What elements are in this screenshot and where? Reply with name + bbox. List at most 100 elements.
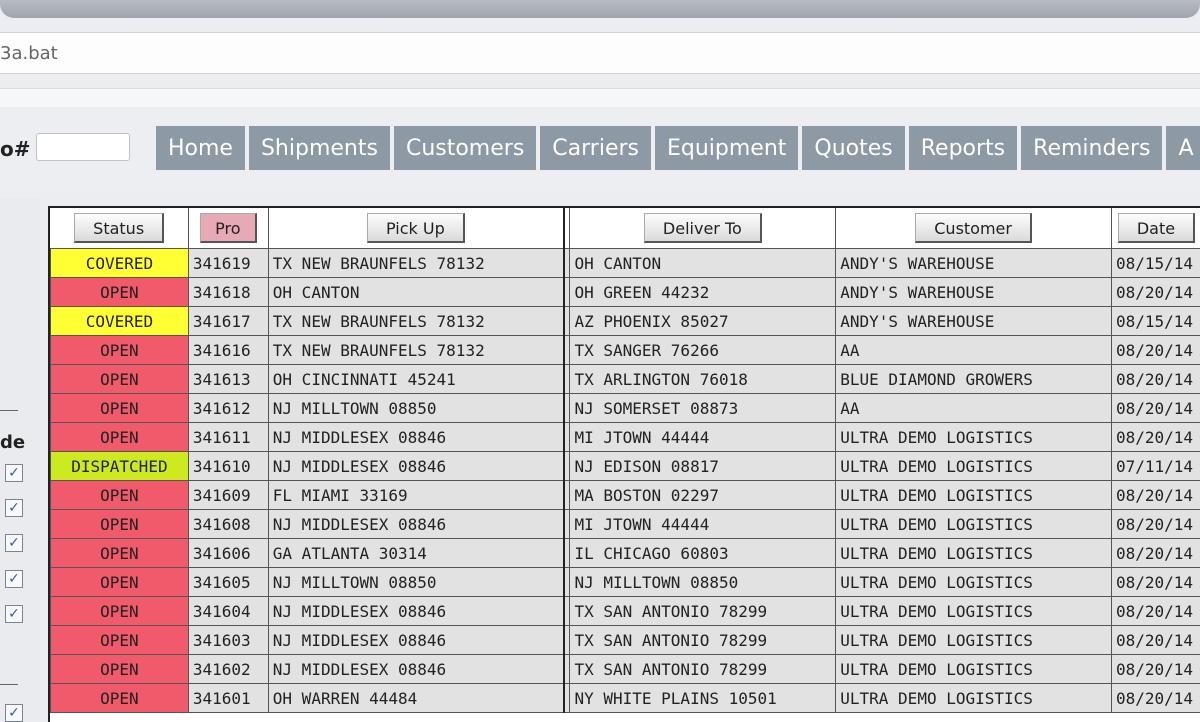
pickup-column-header[interactable]: Pick Up [268, 208, 564, 249]
customer-cell[interactable]: ULTRA DEMO LOGISTICS [836, 423, 1112, 452]
date-cell[interactable]: 08/20/14 [1111, 597, 1200, 626]
pro-cell[interactable]: 341602 [188, 655, 268, 684]
deliver-cell[interactable]: MA BOSTON 02297 [570, 481, 836, 510]
customer-cell[interactable]: BLUE DIAMOND GROWERS [836, 365, 1112, 394]
customer-cell[interactable]: ULTRA DEMO LOGISTICS [836, 510, 1112, 539]
nav-tab-equipment[interactable]: Equipment [655, 126, 798, 170]
nav-tab-a[interactable]: A [1166, 126, 1200, 170]
date-cell[interactable]: 08/20/14 [1111, 365, 1200, 394]
customer-cell[interactable]: ULTRA DEMO LOGISTICS [836, 626, 1112, 655]
date-cell[interactable]: 08/20/14 [1111, 655, 1200, 684]
pro-cell[interactable]: 341603 [188, 626, 268, 655]
customer-cell[interactable]: AA [836, 394, 1112, 423]
table-row[interactable]: OPEN341616TX NEW BRAUNFELS 78132TX SANGE… [51, 336, 1200, 365]
customer-cell[interactable]: ULTRA DEMO LOGISTICS [836, 452, 1112, 481]
checkbox-checked-icon[interactable]: ✓ [5, 499, 23, 517]
pro-cell[interactable]: 341605 [188, 568, 268, 597]
date-sort-button[interactable]: Date [1118, 213, 1195, 243]
deliver-cell[interactable]: NJ SOMERSET 08873 [570, 394, 836, 423]
address-bar[interactable]: 3a.bat [0, 32, 1200, 74]
pro-cell[interactable]: 341601 [188, 684, 268, 713]
deliver-cell[interactable]: TX SANGER 76266 [570, 336, 836, 365]
pro-sort-button[interactable]: Pro [200, 213, 256, 243]
status-column-header[interactable]: Status [51, 208, 189, 249]
pro-cell[interactable]: 341619 [188, 249, 268, 278]
customer-cell[interactable]: ANDY'S WAREHOUSE [836, 278, 1112, 307]
customer-cell[interactable]: ULTRA DEMO LOGISTICS [836, 684, 1112, 713]
deliver-cell[interactable]: MI JTOWN 44444 [570, 510, 836, 539]
pickup-cell[interactable]: NJ MIDDLESEX 08846 [268, 626, 564, 655]
date-cell[interactable]: 08/20/14 [1111, 626, 1200, 655]
pickup-cell[interactable]: NJ MIDDLESEX 08846 [268, 597, 564, 626]
status-cell[interactable]: COVERED [51, 249, 189, 278]
table-row[interactable]: OPEN341604NJ MIDDLESEX 08846TX SAN ANTON… [51, 597, 1200, 626]
pro-cell[interactable]: 341609 [188, 481, 268, 510]
nav-tab-carriers[interactable]: Carriers [540, 126, 651, 170]
status-cell[interactable]: OPEN [51, 655, 189, 684]
date-cell[interactable]: 08/20/14 [1111, 336, 1200, 365]
table-row[interactable]: COVERED341617TX NEW BRAUNFELS 78132AZ PH… [51, 307, 1200, 336]
date-cell[interactable]: 08/20/14 [1111, 539, 1200, 568]
customer-cell[interactable]: ULTRA DEMO LOGISTICS [836, 539, 1112, 568]
nav-tab-home[interactable]: Home [156, 126, 245, 170]
table-row[interactable]: OPEN341609FL MIAMI 33169MA BOSTON 02297U… [51, 481, 1200, 510]
customer-column-header[interactable]: Customer [836, 208, 1112, 249]
customer-cell[interactable]: ANDY'S WAREHOUSE [836, 307, 1112, 336]
pro-column-header[interactable]: Pro [188, 208, 268, 249]
deliver-cell[interactable]: IL CHICAGO 60803 [570, 539, 836, 568]
deliver-cell[interactable]: MI JTOWN 44444 [570, 423, 836, 452]
nav-tab-reports[interactable]: Reports [909, 126, 1017, 170]
pickup-cell[interactable]: TX NEW BRAUNFELS 78132 [268, 336, 564, 365]
pickup-cell[interactable]: NJ MIDDLESEX 08846 [268, 423, 564, 452]
status-cell[interactable]: COVERED [51, 307, 189, 336]
pickup-cell[interactable]: GA ATLANTA 30314 [268, 539, 564, 568]
nav-tab-reminders[interactable]: Reminders [1021, 126, 1162, 170]
status-cell[interactable]: OPEN [51, 481, 189, 510]
pro-search-input[interactable] [36, 133, 130, 161]
date-cell[interactable]: 08/20/14 [1111, 394, 1200, 423]
pro-cell[interactable]: 341612 [188, 394, 268, 423]
pro-cell[interactable]: 341604 [188, 597, 268, 626]
customer-cell[interactable]: ULTRA DEMO LOGISTICS [836, 568, 1112, 597]
pickup-cell[interactable]: TX NEW BRAUNFELS 78132 [268, 307, 564, 336]
pickup-cell[interactable]: TX NEW BRAUNFELS 78132 [268, 249, 564, 278]
status-cell[interactable]: OPEN [51, 394, 189, 423]
pickup-cell[interactable]: NJ MILLTOWN 08850 [268, 568, 564, 597]
date-cell[interactable]: 07/11/14 [1111, 452, 1200, 481]
deliver-cell[interactable]: TX SAN ANTONIO 78299 [570, 626, 836, 655]
deliver-cell[interactable]: NJ MILLTOWN 08850 [570, 568, 836, 597]
pickup-cell[interactable]: NJ MILLTOWN 08850 [268, 394, 564, 423]
nav-tab-quotes[interactable]: Quotes [802, 126, 904, 170]
status-cell[interactable]: OPEN [51, 423, 189, 452]
deliver-cell[interactable]: TX ARLINGTON 76018 [570, 365, 836, 394]
deliver-cell[interactable]: TX SAN ANTONIO 78299 [570, 597, 836, 626]
pickup-cell[interactable]: NJ MIDDLESEX 08846 [268, 510, 564, 539]
pickup-cell[interactable]: FL MIAMI 33169 [268, 481, 564, 510]
customer-cell[interactable]: ULTRA DEMO LOGISTICS [836, 597, 1112, 626]
customer-cell[interactable]: AA [836, 336, 1112, 365]
deliver-cell[interactable]: AZ PHOENIX 85027 [570, 307, 836, 336]
date-column-header[interactable]: Date [1111, 208, 1200, 249]
status-cell[interactable]: OPEN [51, 626, 189, 655]
deliver-cell[interactable]: OH GREEN 44232 [570, 278, 836, 307]
checkbox-checked-icon[interactable]: ✓ [5, 534, 23, 552]
table-row[interactable]: OPEN341601OH WARREN 44484NY WHITE PLAINS… [51, 684, 1200, 713]
status-cell[interactable]: DISPATCHED [51, 452, 189, 481]
status-cell[interactable]: OPEN [51, 365, 189, 394]
date-cell[interactable]: 08/20/14 [1111, 278, 1200, 307]
table-row[interactable]: OPEN341613OH CINCINNATI 45241TX ARLINGTO… [51, 365, 1200, 394]
status-cell[interactable]: OPEN [51, 684, 189, 713]
table-row[interactable]: OPEN341618OH CANTONOH GREEN 44232ANDY'S … [51, 278, 1200, 307]
date-cell[interactable]: 08/15/14 [1111, 307, 1200, 336]
pickup-cell[interactable]: OH CANTON [268, 278, 564, 307]
customer-cell[interactable]: ANDY'S WAREHOUSE [836, 249, 1112, 278]
customer-cell[interactable]: ULTRA DEMO LOGISTICS [836, 481, 1112, 510]
status-cell[interactable]: OPEN [51, 597, 189, 626]
checkbox-checked-icon[interactable]: ✓ [5, 464, 23, 482]
table-row[interactable]: OPEN341608NJ MIDDLESEX 08846MI JTOWN 444… [51, 510, 1200, 539]
table-row[interactable]: OPEN341606GA ATLANTA 30314IL CHICAGO 608… [51, 539, 1200, 568]
checkbox-checked-icon[interactable]: ✓ [5, 605, 23, 623]
pickup-cell[interactable]: NJ MIDDLESEX 08846 [268, 452, 564, 481]
pro-cell[interactable]: 341618 [188, 278, 268, 307]
table-row[interactable]: OPEN341612NJ MILLTOWN 08850NJ SOMERSET 0… [51, 394, 1200, 423]
